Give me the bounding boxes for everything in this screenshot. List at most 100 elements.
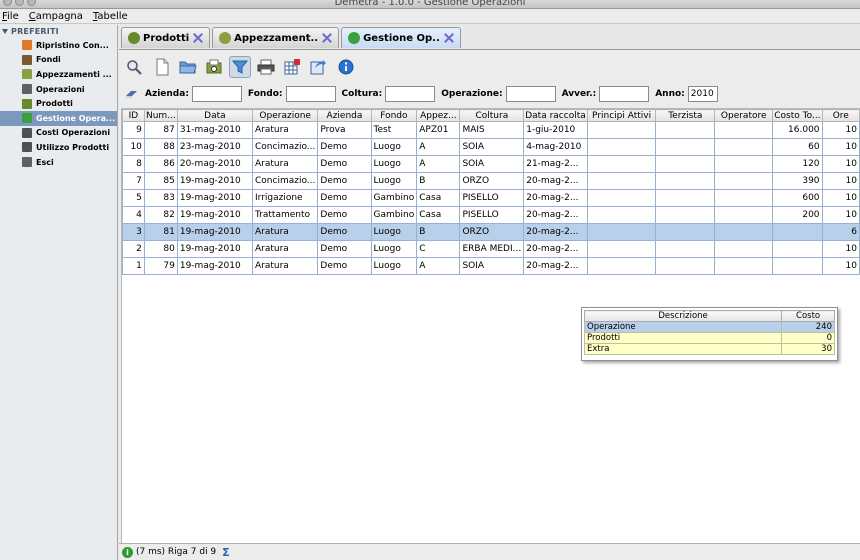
sidebar-item-exit[interactable]: Esci: [0, 155, 117, 170]
table-cell[interactable]: 10: [821, 138, 860, 156]
menu-campagna[interactable]: Campagna: [29, 11, 83, 22]
open-button[interactable]: [177, 56, 199, 78]
table-cell[interactable]: A: [416, 155, 461, 173]
column-header[interactable]: Azienda: [317, 109, 372, 122]
sidebar-item-product-usage[interactable]: Utilizzo Prodotti: [0, 140, 117, 155]
table-cell[interactable]: ERBA MEDI...: [459, 240, 525, 258]
table-cell[interactable]: Prova: [317, 121, 372, 139]
table-cell[interactable]: 20-mag-2...: [523, 172, 588, 190]
table-cell[interactable]: [586, 138, 657, 156]
sidebar-item-restore[interactable]: Ripristino Con...: [0, 38, 117, 53]
eraser-icon[interactable]: [125, 89, 139, 99]
table-cell[interactable]: 23-mag-2010: [176, 138, 254, 156]
sidebar-item-operations[interactable]: Operazioni: [0, 82, 117, 97]
table-cell[interactable]: 19-mag-2010: [176, 172, 254, 190]
table-cell[interactable]: 10: [821, 189, 860, 207]
table-cell[interactable]: 6: [821, 223, 860, 241]
table-cell[interactable]: 9: [122, 121, 145, 139]
table-cell[interactable]: [655, 206, 716, 224]
table-cell[interactable]: [586, 155, 657, 173]
sidebar-item-manage-operations[interactable]: Gestione Opera...: [0, 110, 117, 126]
table-cell[interactable]: 85: [143, 172, 178, 190]
table-cell[interactable]: 10: [821, 206, 860, 224]
column-header[interactable]: Data raccolta: [523, 109, 588, 122]
table-cell[interactable]: Demo: [317, 240, 372, 258]
anno-field[interactable]: [687, 86, 718, 102]
column-header[interactable]: Operatore: [714, 109, 774, 122]
table-cell[interactable]: 4: [122, 206, 145, 224]
table-cell[interactable]: 10: [821, 155, 860, 173]
table-cell[interactable]: Trattamento: [251, 206, 319, 224]
filter-button[interactable]: [229, 56, 251, 78]
table-cell[interactable]: [714, 189, 774, 207]
table-cell[interactable]: 19-mag-2010: [176, 189, 254, 207]
table-cell[interactable]: MAIS: [459, 121, 525, 139]
table-cell[interactable]: 120: [772, 155, 823, 173]
table-cell[interactable]: ORZO: [459, 223, 525, 241]
table-cell[interactable]: [714, 138, 774, 156]
table-cell[interactable]: Luogo: [370, 240, 418, 258]
table-cell[interactable]: 19-mag-2010: [176, 240, 254, 258]
table-row[interactable]: 10 88 23-mag-2010 Concimazio... Demo Luogo A SO…: [122, 138, 860, 156]
table-cell[interactable]: [655, 172, 716, 190]
table-cell[interactable]: 87: [143, 121, 178, 139]
table-cell[interactable]: 5: [122, 189, 145, 207]
close-tab-icon[interactable]: [322, 33, 332, 43]
table-cell[interactable]: 80: [143, 240, 178, 258]
table-cell[interactable]: [714, 240, 774, 258]
table-cell[interactable]: 10: [821, 172, 860, 190]
table-cell[interactable]: 10: [821, 121, 860, 139]
table-cell[interactable]: 31-mag-2010: [176, 121, 254, 139]
table-cell[interactable]: [655, 257, 716, 275]
sidebar-group-preferiti[interactable]: PREFERITI: [0, 25, 117, 38]
table-cell[interactable]: PISELLO: [459, 206, 525, 224]
table-cell[interactable]: 20-mag-2...: [523, 189, 588, 207]
table-cell[interactable]: Test: [370, 121, 418, 139]
table-cell[interactable]: 21-mag-2...: [523, 155, 588, 173]
table-cell[interactable]: Demo: [317, 172, 372, 190]
table-cell[interactable]: 88: [143, 138, 178, 156]
table-cell[interactable]: SOIA: [459, 138, 525, 156]
table-cell[interactable]: Casa: [416, 206, 461, 224]
column-header[interactable]: Ore: [821, 109, 860, 122]
search-button[interactable]: [123, 56, 145, 78]
table-row[interactable]: 2 80 19-mag-2010 Aratura Demo Luogo C ERBA MEDI…: [122, 240, 860, 258]
table-cell[interactable]: [655, 138, 716, 156]
table-cell[interactable]: [714, 155, 774, 173]
column-header[interactable]: ID: [122, 109, 145, 122]
table-cell[interactable]: Concimazio...: [251, 172, 319, 190]
table-cell[interactable]: 10: [821, 257, 860, 275]
table-cell[interactable]: [714, 121, 774, 139]
menu-tabelle[interactable]: Tabelle: [93, 11, 128, 22]
table-row[interactable]: 5 83 19-mag-2010 Irrigazione Demo Gambino Casa…: [122, 189, 860, 207]
column-header[interactable]: Coltura: [459, 109, 525, 122]
column-header[interactable]: Appez...: [416, 109, 461, 122]
disclosure-triangle-icon[interactable]: [2, 29, 8, 34]
table-cell[interactable]: 600: [772, 189, 823, 207]
table-cell[interactable]: 4-mag-2010: [523, 138, 588, 156]
column-header[interactable]: Terzista: [655, 109, 716, 122]
print-button[interactable]: [255, 56, 277, 78]
table-cell[interactable]: 1: [122, 257, 145, 275]
table-cell[interactable]: 200: [772, 206, 823, 224]
table-cell[interactable]: 19-mag-2010: [176, 206, 254, 224]
info-button[interactable]: [335, 56, 357, 78]
table-cell[interactable]: A: [416, 138, 461, 156]
table-cell[interactable]: Aratura: [251, 121, 319, 139]
table-cell[interactable]: [586, 189, 657, 207]
table-cell[interactable]: [586, 257, 657, 275]
table-cell[interactable]: Demo: [317, 138, 372, 156]
column-header[interactable]: Principi Attivi: [586, 109, 657, 122]
table-cell[interactable]: 390: [772, 172, 823, 190]
table-row[interactable]: 1 79 19-mag-2010 Aratura Demo Luogo A SOIA 20-ma…: [122, 257, 860, 275]
column-header[interactable]: Data: [176, 109, 254, 122]
table-cell[interactable]: SOIA: [459, 155, 525, 173]
table-cell[interactable]: Casa: [416, 189, 461, 207]
table-cell[interactable]: 20-mag-2...: [523, 206, 588, 224]
table-cell[interactable]: [586, 172, 657, 190]
table-cell[interactable]: [772, 240, 823, 258]
table-cell[interactable]: Demo: [317, 257, 372, 275]
table-row[interactable]: 4 82 19-mag-2010 Trattamento Demo Gambino Casa…: [122, 206, 860, 224]
table-cell[interactable]: Irrigazione: [251, 189, 319, 207]
table-cell[interactable]: [586, 223, 657, 241]
